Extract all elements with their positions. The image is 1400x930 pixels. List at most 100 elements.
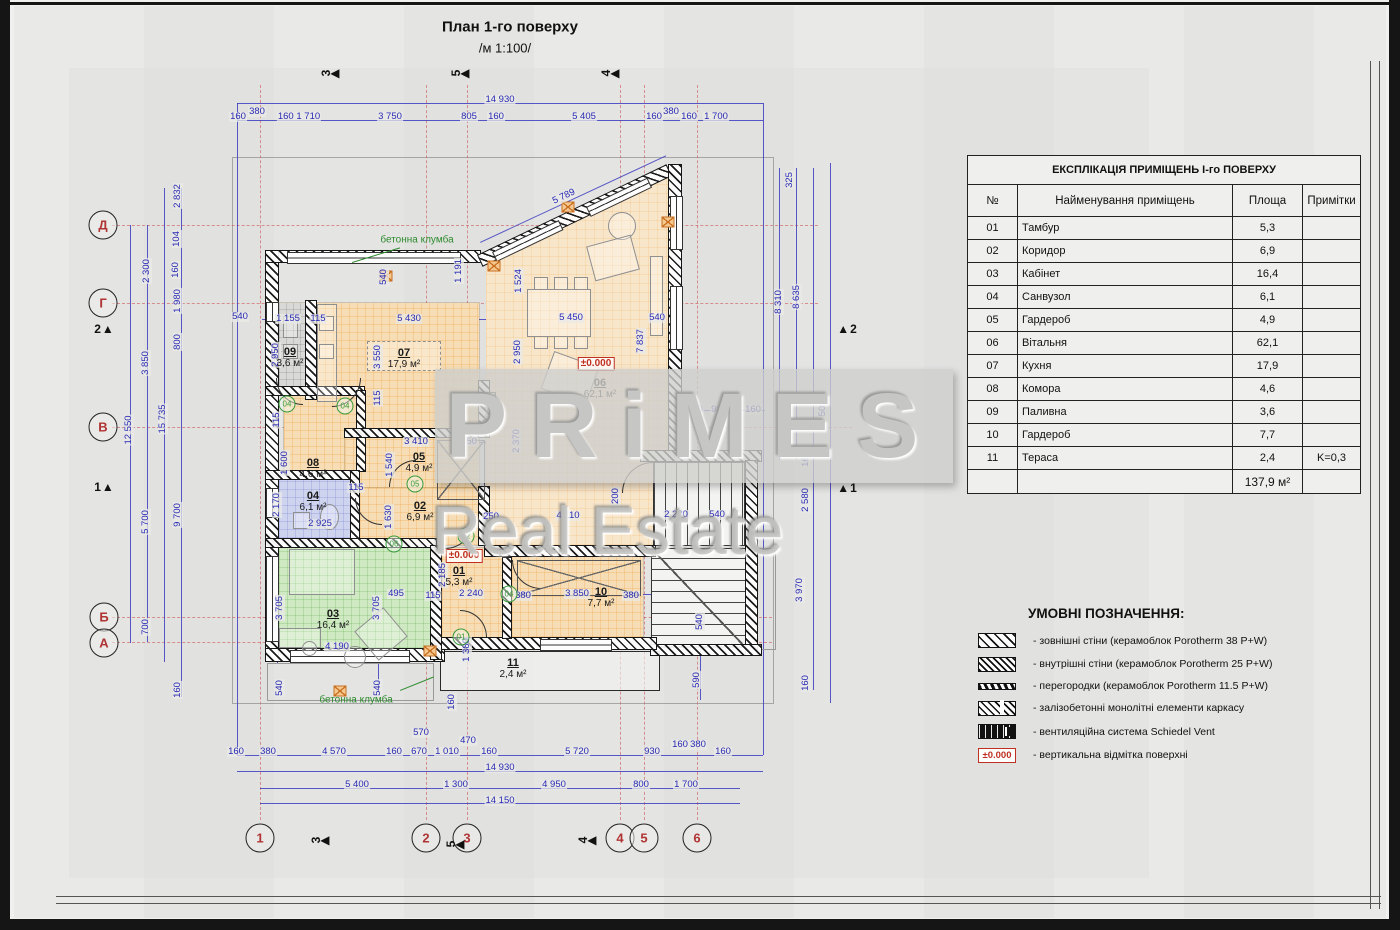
section-marker: 5 (453, 66, 470, 80)
cell-area: 16,4 (1233, 263, 1303, 286)
section-triangle-icon (102, 322, 114, 336)
dimension-label: 2 925 (307, 519, 333, 529)
table-row: 08 Комора 4,6 (968, 378, 1361, 401)
dimension-label: 160 (801, 674, 811, 692)
axis-bubble: Б (90, 603, 119, 632)
cell-name: Гардероб (1018, 424, 1233, 447)
border-line (1370, 61, 1371, 909)
cell-name: Тамбур (1018, 217, 1233, 240)
dimension-label: 115 (373, 389, 383, 406)
dimension-label: 5 450 (558, 313, 584, 323)
total-area: 137,9 м² (1233, 470, 1303, 494)
dimension-label: 325 (785, 171, 795, 189)
cell-name: Вітальня (1018, 332, 1233, 355)
section-marker: 3 (313, 833, 330, 847)
cell-name: Коридор (1018, 240, 1233, 263)
section-marker: 4 (580, 833, 597, 847)
section-triangle-icon (837, 322, 849, 336)
cell-area: 4,6 (1233, 378, 1303, 401)
legend-item: - перегородки (керамоблок Porotherm 11.5… (965, 680, 1375, 692)
dimension-label: 160 (229, 112, 247, 122)
table-row: 11 Тераса 2,4 K=0,3 (968, 447, 1361, 470)
cell-area: 62,1 (1233, 332, 1303, 355)
cell-area: 4,9 (1233, 309, 1303, 332)
dimension-label: 7 837 (636, 328, 646, 354)
dimension-label: 14 930 (484, 763, 515, 773)
frame-left (0, 0, 10, 930)
sofa (289, 549, 355, 595)
legend-items: - зовнішні стіни (керамоблок Porotherm 3… (965, 633, 1375, 763)
table-row: 07 Кухня 17,9 (968, 355, 1361, 378)
room-label: 026,9 м² (407, 499, 434, 523)
cell-note (1303, 401, 1361, 424)
door-tag: 04 (337, 398, 354, 415)
total-row: 137,9 м² (968, 470, 1361, 494)
door-tag: 01 (453, 629, 470, 646)
dimension-label: 2 170 (272, 492, 282, 518)
dimension-label: 1 540 (385, 452, 395, 478)
chair (554, 336, 568, 349)
table-row: 06 Вітальня 62,1 (968, 332, 1361, 355)
terrace-11 (440, 651, 660, 691)
wall-segment (650, 644, 762, 656)
table-title: ЕКСПЛІКАЦІЯ ПРИМІЩЕНЬ І-го ПОВЕРХУ (968, 156, 1361, 185)
dimension-label: 115 (347, 483, 364, 493)
axis-bubble: Г (89, 289, 118, 318)
dimension-label: 495 (387, 589, 405, 599)
border-line (56, 903, 1381, 904)
border-line (56, 896, 1381, 897)
dimension-label: 670 (410, 747, 428, 757)
dimension-label: 4 190 (324, 642, 350, 652)
dimension-label: 800 (632, 780, 650, 790)
stove (319, 344, 334, 359)
vent-marker (424, 646, 437, 657)
room-label: 0717,9 м² (388, 346, 420, 370)
dimension-label: 4 570 (321, 747, 347, 757)
vent-marker (662, 217, 675, 228)
cell-no: 08 (968, 378, 1018, 401)
dimension-label: 8 310 (774, 289, 784, 315)
door-tag: 04 (279, 396, 296, 413)
cell-name: Тераса (1018, 447, 1233, 470)
dimension-label: 930 (643, 747, 661, 757)
cell-no: 06 (968, 332, 1018, 355)
dimension-label: 1 700 (703, 112, 729, 122)
table-row: 10 Гардероб 7,7 (968, 424, 1361, 447)
dimension-label: 2 240 (458, 589, 484, 599)
cell-no: 10 (968, 424, 1018, 447)
cell-note (1303, 263, 1361, 286)
room-label: 093,6 м² (277, 345, 304, 369)
table-body: 01 Тамбур 5,3 02 Коридор 6,9 03 Кабінет … (968, 217, 1361, 470)
dimension-label: 115 (309, 314, 326, 324)
cell-name: Кухня (1018, 355, 1233, 378)
cell-note (1303, 286, 1361, 309)
axis-bubble: Д (89, 211, 118, 240)
dimension-label: 3 750 (377, 112, 403, 122)
explication-table: ЕКСПЛІКАЦІЯ ПРИМІЩЕНЬ І-го ПОВЕРХУ № Най… (967, 155, 1361, 494)
dimension-label: 160 (671, 740, 689, 750)
chair (574, 336, 588, 349)
cell-name: Комора (1018, 378, 1233, 401)
dimension-label: 160 (680, 112, 698, 122)
cell-no: 03 (968, 263, 1018, 286)
tv-bench (650, 256, 663, 336)
axis-bubble: А (90, 629, 119, 658)
dimension-label: 470 (459, 736, 477, 746)
dimension-label: 3 705 (275, 595, 285, 621)
dimension-label: 3 850 (141, 350, 151, 376)
cell-note: K=0,3 (1303, 447, 1361, 470)
cell-name: Санвузол (1018, 286, 1233, 309)
vent-marker (562, 202, 575, 213)
section-marker: 5 (448, 837, 465, 851)
dimension-label: 12 550 (124, 414, 134, 445)
cell-area: 5,3 (1233, 217, 1303, 240)
flower-bed-note: бетонна клумба (380, 235, 453, 246)
dimension-label: 1 600 (280, 450, 290, 476)
chair (554, 277, 568, 290)
dimension-label: 9 700 (173, 502, 183, 528)
page-title: План 1-го поверху (442, 19, 578, 36)
watermark-band: PRiMES (435, 369, 953, 483)
cell-note (1303, 217, 1361, 240)
cell-no: 05 (968, 309, 1018, 332)
legend-symbol-icon (978, 683, 1016, 690)
